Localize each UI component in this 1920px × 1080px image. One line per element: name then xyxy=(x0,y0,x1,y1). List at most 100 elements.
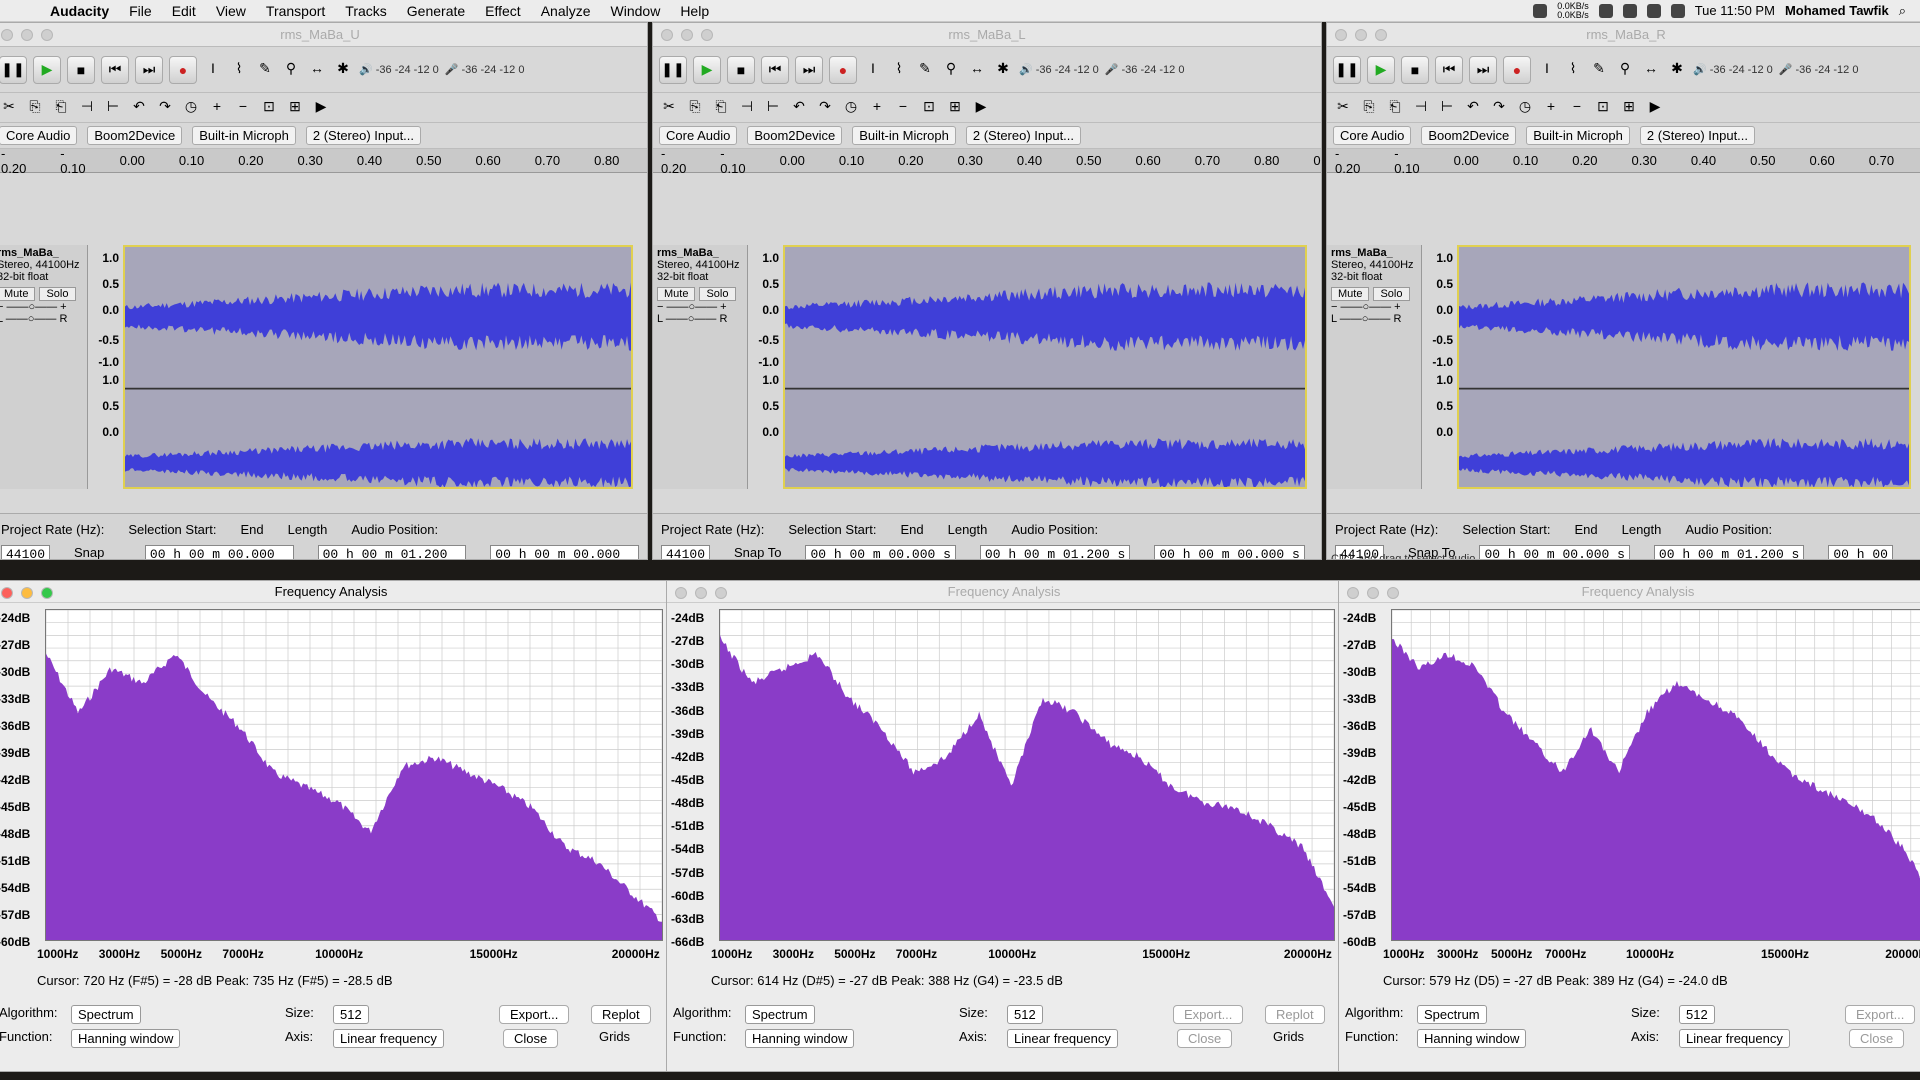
size-select[interactable]: 512 xyxy=(1679,1005,1715,1024)
selection-tool-icon[interactable]: I xyxy=(863,60,883,80)
redo-icon[interactable]: ↷ xyxy=(815,98,835,118)
gain-slider[interactable]: − ——○—— + xyxy=(0,301,83,313)
menu-analyze[interactable]: Analyze xyxy=(531,3,601,19)
silence-icon[interactable]: ⊢ xyxy=(103,98,123,118)
waveform-area[interactable] xyxy=(123,245,633,489)
length-radio[interactable]: Length xyxy=(1622,522,1662,537)
sync-lock-icon[interactable]: ◷ xyxy=(181,98,201,118)
redo-icon[interactable]: ↷ xyxy=(1489,98,1509,118)
zoom-tool-icon[interactable]: ⚲ xyxy=(281,60,301,80)
fit-selection-icon[interactable]: ⊡ xyxy=(919,98,939,118)
function-select[interactable]: Hanning window xyxy=(71,1029,181,1048)
close-button[interactable] xyxy=(1347,587,1359,599)
track-name[interactable]: rms_MaBa_ xyxy=(657,247,743,259)
fit-project-icon[interactable]: ⊞ xyxy=(1619,98,1639,118)
recording-meter[interactable]: 🎤 -36 -24 -12 0 xyxy=(1779,63,1859,76)
gain-slider[interactable]: − ——○—— + xyxy=(1331,301,1417,313)
envelope-tool-icon[interactable]: ⌇ xyxy=(889,60,909,80)
playback-device-select[interactable]: Boom2Device xyxy=(87,126,183,145)
pause-button[interactable]: ❚❚ xyxy=(1333,55,1361,84)
close-button[interactable] xyxy=(675,587,687,599)
export-button[interactable]: Export... xyxy=(499,1005,570,1024)
menu-help[interactable]: Help xyxy=(670,3,719,19)
recording-meter[interactable]: 🎤 -36 -24 -12 0 xyxy=(445,63,525,76)
stop-button[interactable]: ■ xyxy=(727,55,755,84)
menu-app[interactable]: Audacity xyxy=(40,3,119,19)
spectrum-plot[interactable] xyxy=(719,609,1335,941)
redo-icon[interactable]: ↷ xyxy=(155,98,175,118)
zoom-button[interactable] xyxy=(41,587,53,599)
trim-icon[interactable]: ⊣ xyxy=(1411,98,1431,118)
selection-tool-icon[interactable]: I xyxy=(1537,60,1557,80)
grids-checkbox[interactable]: Grids xyxy=(1273,1029,1304,1044)
close-button[interactable]: Close xyxy=(503,1029,559,1048)
replot-button[interactable]: Replot xyxy=(1265,1005,1325,1024)
solo-button[interactable]: Solo xyxy=(1373,287,1410,301)
audio-host-select[interactable]: Core Audio xyxy=(0,126,78,145)
selection-start-field[interactable]: 00 h 00 m 00.000 s xyxy=(144,545,294,559)
envelope-tool-icon[interactable]: ⌇ xyxy=(1563,60,1583,80)
bluetooth-icon[interactable] xyxy=(1598,3,1613,18)
paste-icon[interactable]: ⎗ xyxy=(711,98,731,118)
user-name[interactable]: Mohamed Tawfik xyxy=(1785,3,1889,18)
menu-view[interactable]: View xyxy=(206,3,256,19)
record-button[interactable]: ● xyxy=(169,55,197,84)
skip-end-button[interactable]: ⏭ xyxy=(795,55,823,84)
minimize-button[interactable] xyxy=(1355,29,1367,41)
zoom-button[interactable] xyxy=(1387,587,1399,599)
menu-edit[interactable]: Edit xyxy=(162,3,206,19)
export-button[interactable]: Export... xyxy=(1173,1005,1244,1024)
minimize-button[interactable] xyxy=(681,29,693,41)
recording-channels-select[interactable]: 2 (Stereo) Input... xyxy=(1639,126,1756,145)
draw-tool-icon[interactable]: ✎ xyxy=(1589,60,1609,80)
zoom-in-icon[interactable]: + xyxy=(207,98,227,118)
zoom-out-icon[interactable]: − xyxy=(1567,98,1587,118)
pan-slider[interactable]: L ——○—— R xyxy=(657,313,743,325)
algorithm-select[interactable]: Spectrum xyxy=(1417,1005,1487,1024)
minimize-button[interactable] xyxy=(21,29,33,41)
draw-tool-icon[interactable]: ✎ xyxy=(255,60,275,80)
waveform-area[interactable] xyxy=(783,245,1307,489)
zoom-in-icon[interactable]: + xyxy=(867,98,887,118)
playback-meter[interactable]: 🔊 -36 -24 -12 0 xyxy=(359,63,439,76)
snap-to-checkbox[interactable]: Snap To xyxy=(734,545,781,559)
zoom-button[interactable] xyxy=(701,29,713,41)
selection-end-field[interactable]: 00 h 00 m 01.200 s xyxy=(1653,545,1805,559)
recording-device-select[interactable]: Built-in Microph xyxy=(852,126,956,145)
sync-lock-icon[interactable]: ◷ xyxy=(841,98,861,118)
fit-project-icon[interactable]: ⊞ xyxy=(945,98,965,118)
zoom-in-icon[interactable]: + xyxy=(1541,98,1561,118)
multi-tool-icon[interactable]: ✱ xyxy=(993,60,1013,80)
project-rate-select[interactable]: 44100 xyxy=(1,545,51,559)
playback-device-select[interactable]: Boom2Device xyxy=(747,126,843,145)
track-name[interactable]: rms_MaBa_ xyxy=(0,247,83,259)
playback-device-select[interactable]: Boom2Device xyxy=(1421,126,1517,145)
gain-slider[interactable]: − ——○—— + xyxy=(657,301,743,313)
zoom-tool-icon[interactable]: ⚲ xyxy=(1615,60,1635,80)
axis-select[interactable]: Linear frequency xyxy=(1679,1029,1790,1048)
playback-meter[interactable]: 🔊 -36 -24 -12 0 xyxy=(1693,63,1773,76)
close-button[interactable] xyxy=(661,29,673,41)
recording-meter[interactable]: 🎤 -36 -24 -12 0 xyxy=(1105,63,1185,76)
length-radio[interactable]: Length xyxy=(288,522,328,537)
play-button[interactable]: ▶ xyxy=(33,55,61,84)
grids-checkbox[interactable]: Grids xyxy=(599,1029,630,1044)
length-radio[interactable]: Length xyxy=(948,522,988,537)
clock[interactable]: Tue 11:50 PM xyxy=(1695,3,1775,18)
size-select[interactable]: 512 xyxy=(333,1005,369,1024)
track-name[interactable]: rms_MaBa_ xyxy=(1331,247,1417,259)
undo-icon[interactable]: ↶ xyxy=(129,98,149,118)
play-at-speed-icon[interactable]: ▶ xyxy=(971,98,991,118)
skip-start-button[interactable]: ⏮ xyxy=(1435,55,1463,84)
menu-generate[interactable]: Generate xyxy=(397,3,475,19)
waveform-area[interactable] xyxy=(1457,245,1911,489)
snap-to-checkbox[interactable]: Snap To xyxy=(74,545,121,559)
audio-host-select[interactable]: Core Audio xyxy=(659,126,738,145)
algorithm-select[interactable]: Spectrum xyxy=(745,1005,815,1024)
audio-position-field[interactable]: 00 h 00 xyxy=(1828,545,1893,559)
fit-selection-icon[interactable]: ⊡ xyxy=(1593,98,1613,118)
fit-project-icon[interactable]: ⊞ xyxy=(285,98,305,118)
skip-start-button[interactable]: ⏮ xyxy=(101,55,129,84)
cut-icon[interactable]: ✂ xyxy=(1333,98,1353,118)
skip-end-button[interactable]: ⏭ xyxy=(135,55,163,84)
